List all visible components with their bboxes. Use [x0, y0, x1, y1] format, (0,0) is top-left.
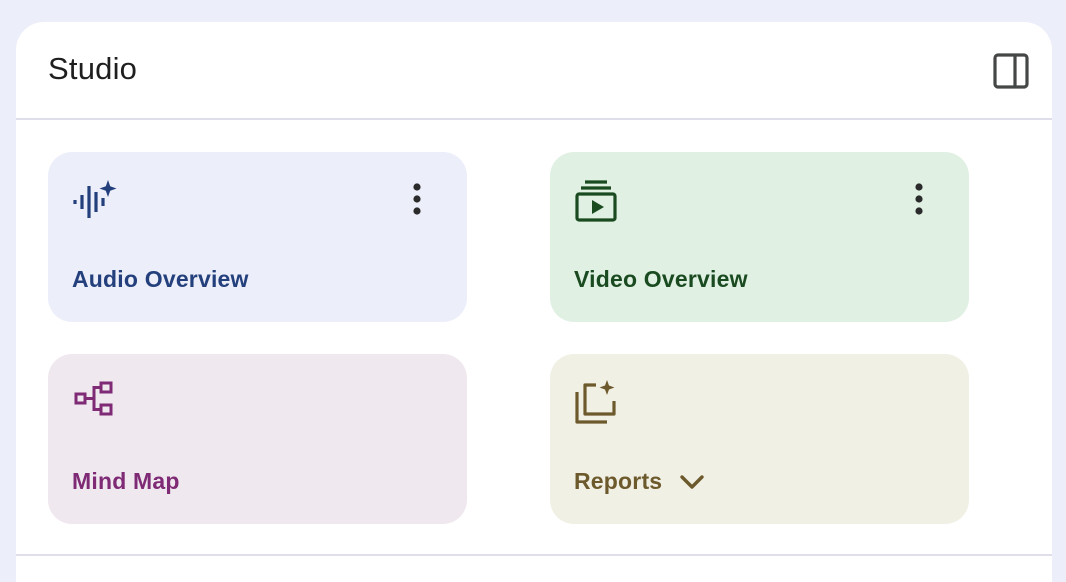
report-sparkle-icon [574, 380, 620, 426]
reports-card[interactable]: Reports [550, 354, 969, 524]
side-panel-icon[interactable] [992, 52, 1030, 90]
video-stack-play-icon [574, 178, 620, 224]
audio-overview-label: Audio Overview [72, 266, 249, 292]
mind-map-icon [72, 380, 118, 426]
audio-overview-more-icon[interactable] [402, 180, 432, 220]
chevron-down-icon[interactable] [678, 471, 706, 493]
mind-map-label: Mind Map [72, 468, 180, 494]
panel-title: Studio [48, 51, 138, 86]
audio-waveform-sparkle-icon [72, 178, 118, 224]
audio-overview-card[interactable]: Audio Overview [48, 152, 467, 322]
video-overview-card[interactable]: Video Overview [550, 152, 969, 322]
mind-map-card[interactable]: Mind Map [48, 354, 467, 524]
studio-panel: Studio Audio Overview Video Overview Min… [16, 22, 1052, 582]
reports-label: Reports [574, 468, 663, 494]
video-overview-more-icon[interactable] [904, 180, 934, 220]
video-overview-label: Video Overview [574, 266, 748, 292]
studio-header: Studio [16, 22, 1052, 120]
bottom-divider [16, 554, 1052, 556]
